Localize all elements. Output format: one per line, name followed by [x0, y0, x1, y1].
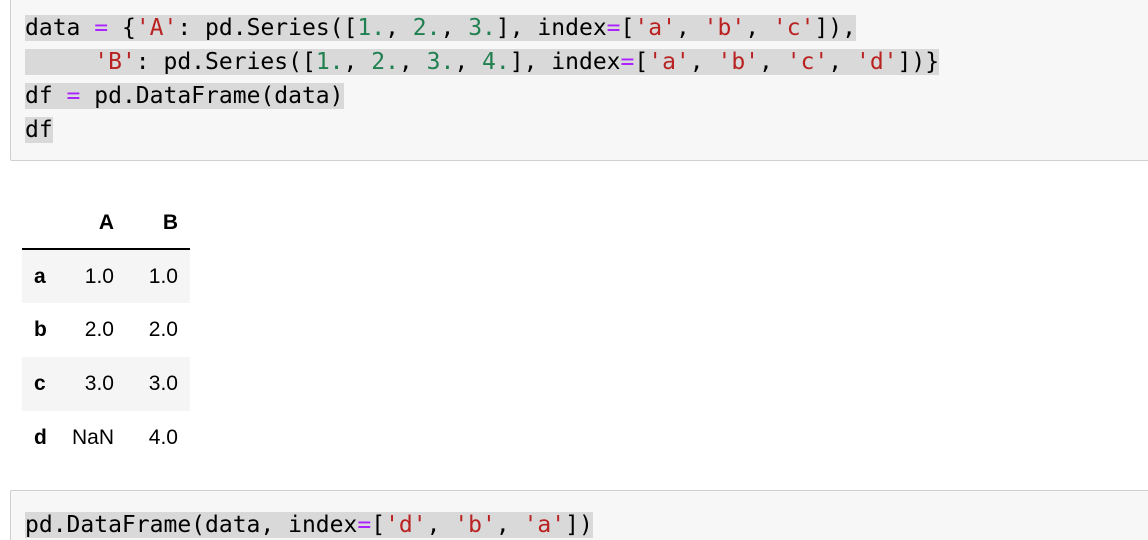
code-editor[interactable]: data = {'A': pd.Series([1., 2., 3.], ind… [25, 11, 940, 147]
code-token: [ [371, 512, 386, 538]
code-token: = [357, 512, 372, 538]
code-token: 'b' [703, 15, 746, 41]
code-cell-1[interactable]: data = {'A': pd.Series([1., 2., 3.], ind… [10, 0, 1148, 161]
code-line-text: df [25, 117, 53, 143]
dataframe-table: A B a 1.0 1.0 b 2.0 2.0 c 3.0 3.0 d NaN … [22, 197, 190, 465]
code-token: = [620, 49, 635, 75]
code-token: , [828, 49, 856, 75]
code-token: data [25, 15, 95, 41]
code-token: , [454, 49, 483, 75]
table-row: d NaN 4.0 [22, 411, 190, 465]
code-token: 'c' [786, 49, 829, 75]
code-token: 3. [426, 49, 455, 75]
code-token: 'c' [772, 15, 815, 41]
code-token: 'B' [94, 49, 136, 75]
code-token: ], index [509, 49, 621, 75]
table-header-row: A B [22, 197, 190, 250]
code-editor[interactable]: pd.DataFrame(data, index=['d', 'b', 'a']… [25, 508, 593, 540]
code-token: , [343, 49, 372, 75]
code-line: df = pd.DataFrame(data) [25, 79, 939, 113]
code-line-text: data = {'A': pd.Series([1., 2., 3.], ind… [25, 15, 856, 41]
code-token: 'd' [855, 49, 898, 75]
code-line: 'B': pd.Series([1., 2., 3., 4.], index=[… [25, 45, 940, 79]
code-token: 'a' [634, 15, 676, 41]
code-token: , [426, 512, 455, 538]
code-token: , [675, 15, 704, 41]
code-token: , [440, 15, 469, 41]
code-token: 2. [412, 15, 441, 41]
code-line: df [25, 113, 939, 147]
code-token: 'b' [454, 512, 496, 538]
code-token: , [385, 15, 413, 41]
code-cell-2[interactable]: pd.DataFrame(data, index=['d', 'b', 'a']… [10, 490, 1148, 540]
code-token: , [745, 15, 773, 41]
code-line-text: pd.DataFrame(data, index=['d', 'b', 'a']… [25, 512, 593, 538]
code-token: { [108, 15, 136, 41]
code-token: = [94, 15, 109, 41]
code-token: pd.DataFrame(data) [80, 83, 344, 109]
column-header-b: B [124, 197, 190, 250]
index-header [22, 197, 68, 250]
cell-value: 1.0 [84, 264, 114, 288]
code-token: ], index [495, 15, 607, 41]
cell-value: 4.0 [148, 426, 178, 449]
row-index: b [34, 318, 47, 341]
code-token: 3. [468, 15, 496, 41]
code-token: [ [620, 15, 635, 41]
cell-value: 2.0 [148, 318, 178, 341]
cell-value: 3.0 [84, 372, 114, 395]
code-token: 'b' [717, 49, 760, 75]
code-token: , [689, 49, 718, 75]
code-token: ]), [814, 15, 856, 41]
code-line: pd.DataFrame(data, index=['d', 'b', 'a']… [25, 508, 593, 540]
code-token: 'a' [523, 512, 566, 538]
row-index: c [34, 372, 46, 395]
code-token: df [25, 117, 53, 143]
table-row: b 2.0 2.0 [22, 303, 190, 357]
table-row: a 1.0 1.0 [22, 249, 190, 303]
code-token: ]) [565, 512, 593, 538]
code-token: : pd.Series([ [135, 49, 316, 75]
code-token: df [25, 83, 67, 109]
code-token: , [759, 49, 787, 75]
code-token: , [398, 49, 427, 75]
table-row: c 3.0 3.0 [22, 357, 190, 411]
code-line: data = {'A': pd.Series([1., 2., 3.], ind… [25, 11, 939, 45]
code-line-text: 'B': pd.Series([1., 2., 3., 4.], index=[… [25, 49, 940, 75]
code-token: 1. [357, 15, 386, 41]
cell-value: 1.0 [148, 264, 178, 288]
code-token: 4. [482, 49, 510, 75]
code-token: 2. [371, 49, 399, 75]
code-token: 'A' [135, 15, 178, 41]
code-token: ])} [897, 49, 940, 75]
row-index: a [34, 264, 46, 288]
code-token: : pd.Series([ [177, 15, 358, 41]
cell-value: NaN [71, 426, 114, 449]
cell-output: A B a 1.0 1.0 b 2.0 2.0 c 3.0 3.0 d NaN … [22, 197, 190, 465]
code-token: , [495, 512, 524, 538]
code-token: pd.DataFrame(data, index [25, 512, 358, 538]
row-index: d [34, 426, 47, 449]
code-token: 1. [315, 49, 344, 75]
cell-value: 3.0 [148, 372, 178, 395]
code-token: [ [634, 49, 649, 75]
code-token: = [66, 83, 81, 109]
column-header-a: A [68, 197, 124, 250]
code-token: 'd' [385, 512, 427, 538]
code-token: 'a' [648, 49, 690, 75]
code-token: = [606, 15, 621, 41]
code-line-text: df = pd.DataFrame(data) [25, 83, 344, 109]
cell-value: 2.0 [84, 318, 114, 341]
